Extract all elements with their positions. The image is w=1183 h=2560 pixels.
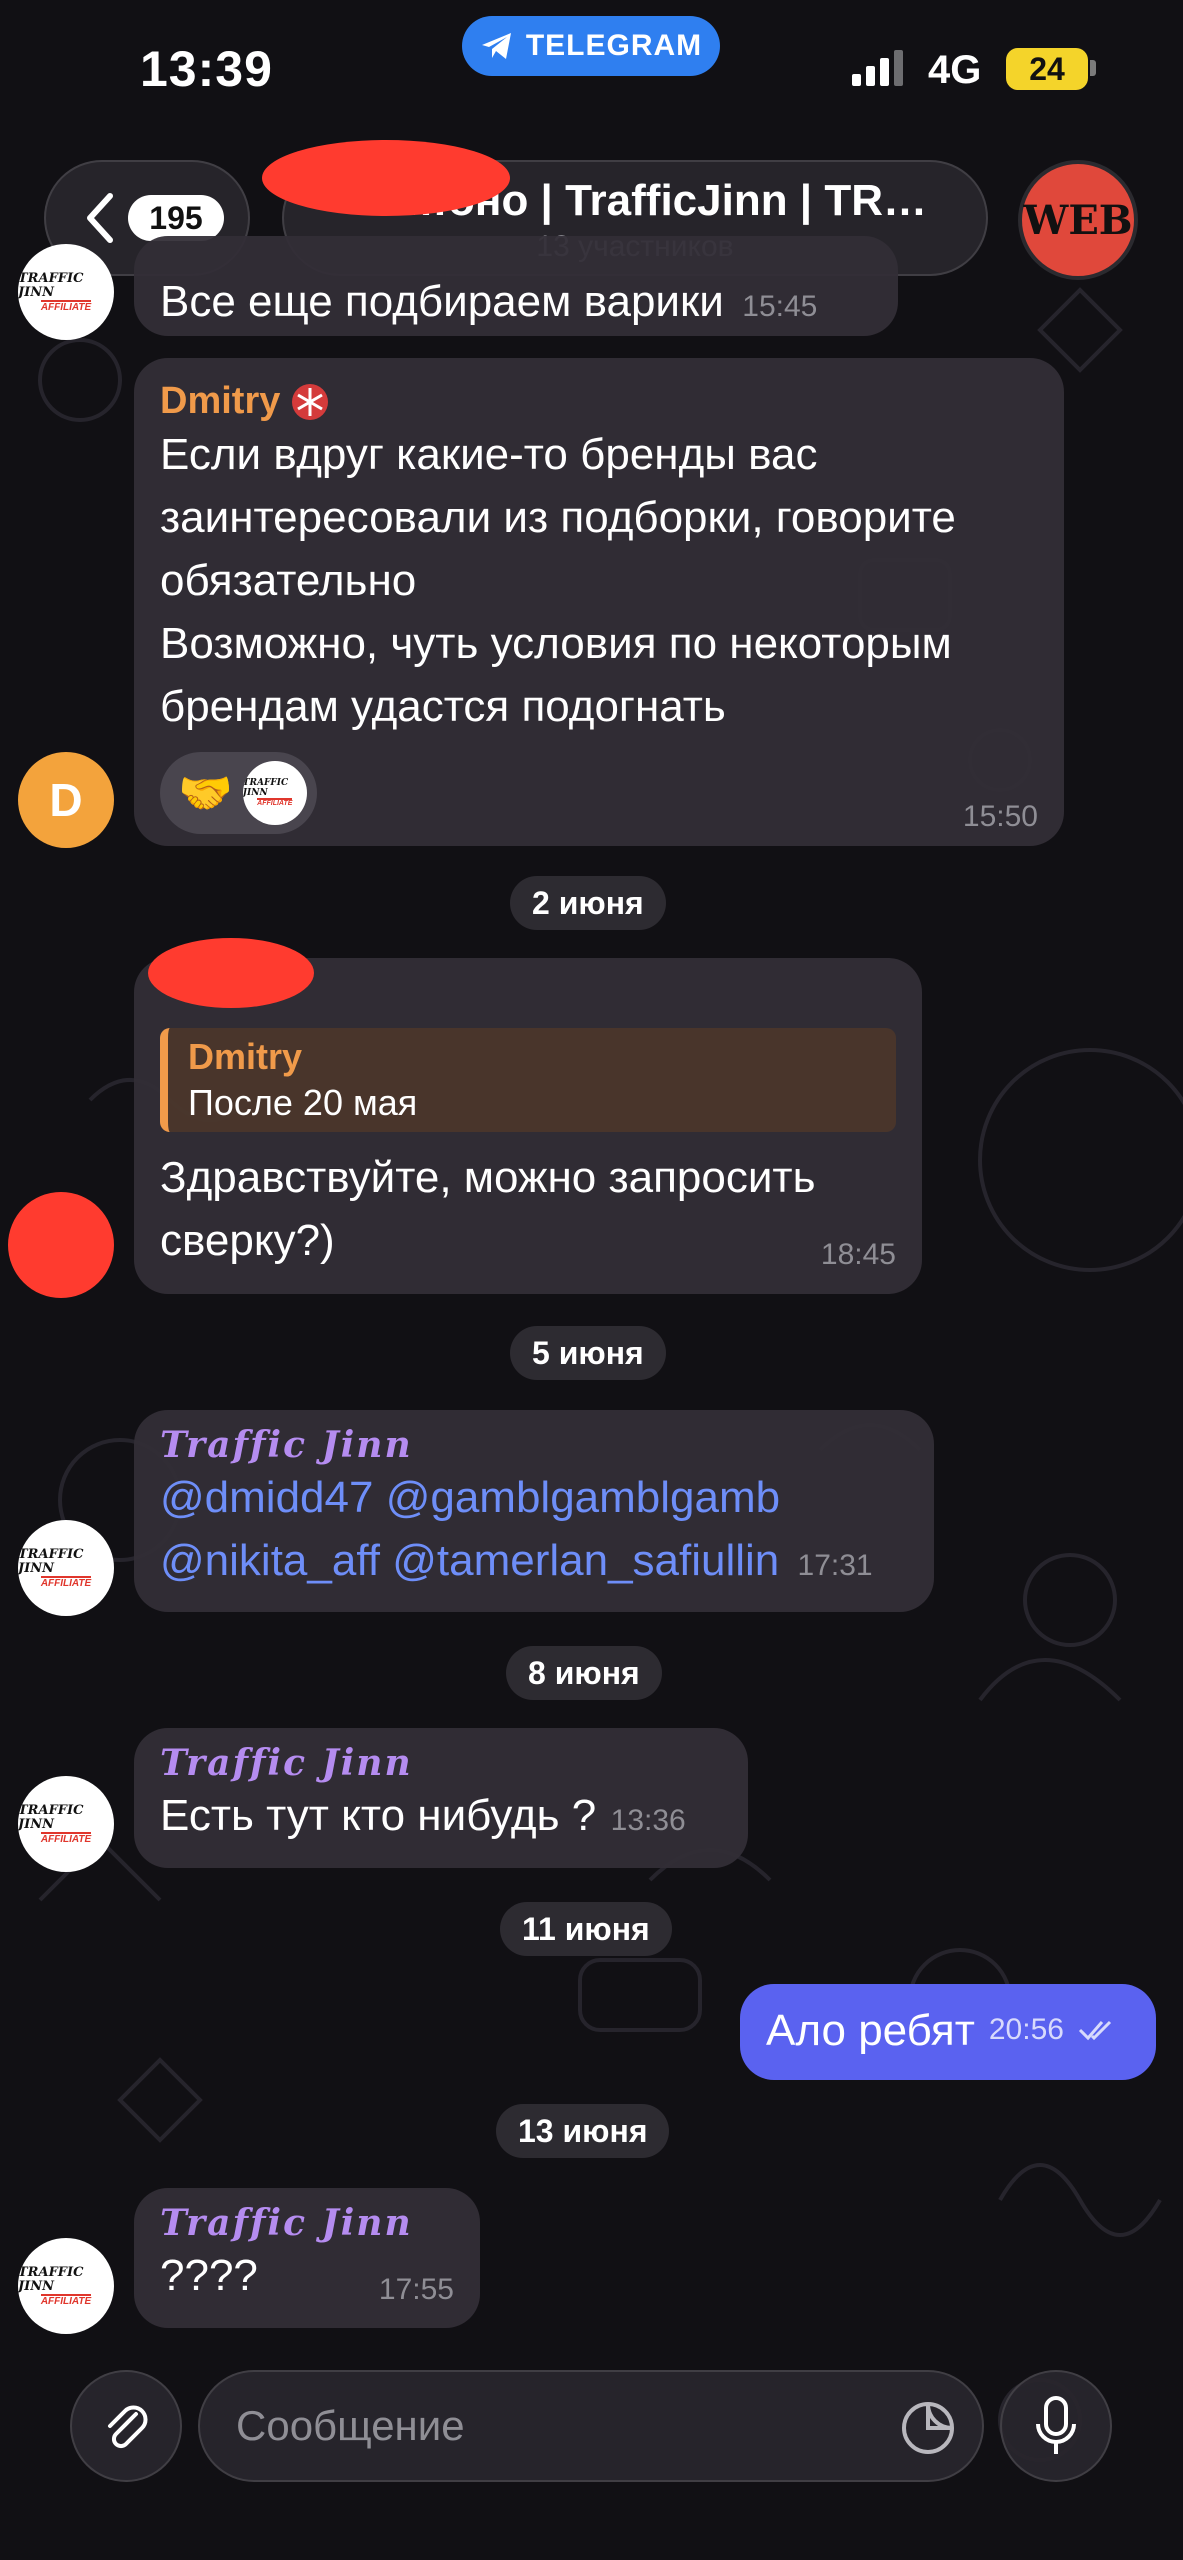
attach-button[interactable]	[70, 2370, 182, 2482]
redaction-mark	[148, 938, 314, 1008]
group-avatar-text: WEB	[1023, 196, 1133, 244]
quote-sender: Dmitry	[188, 1036, 303, 1077]
redaction-mark	[262, 140, 510, 216]
message-text: брендам удастся подогнать	[160, 682, 726, 731]
status-time: 13:39	[140, 41, 273, 97]
message-text: Ало ребят	[766, 2005, 975, 2055]
microphone-button[interactable]	[1000, 2370, 1112, 2482]
message-bubble[interactable]: Dmitry После 20 мая Здравствуйте, можно …	[134, 958, 922, 1294]
avatar-logo-subtext: AFFILIATE	[40, 1575, 92, 1589]
message-bubble[interactable]: Все еще подбираем варики 15:45	[134, 236, 898, 336]
avatar-logo-text: TRAFFIC JINN	[18, 270, 84, 300]
message-bubble[interactable]: Traffic Jinn Есть тут кто нибудь ? 13:36	[134, 1728, 748, 1868]
sender-name: Traffic Jinn	[160, 1424, 413, 1466]
avatar-letter: D	[49, 774, 83, 826]
message-time: 20:56	[988, 2013, 1064, 2046]
date-separator: 11 июня	[500, 1902, 672, 1956]
telegram-plane-icon	[481, 33, 511, 59]
avatar-logo-text: TRAFFIC JINN	[18, 2264, 84, 2294]
avatar-logo-subtext: AFFILIATE	[40, 1831, 92, 1845]
message-time: 18:45	[820, 1238, 896, 1271]
avatar[interactable]: D	[18, 752, 114, 848]
microphone-icon	[1036, 2396, 1076, 2454]
reply-quote[interactable]: Dmitry После 20 мая	[160, 1028, 896, 1132]
outgoing-message-bubble[interactable]: Ало ребят 20:56	[740, 1984, 1156, 2080]
mention-link[interactable]: @nikita_aff	[160, 1536, 380, 1585]
telegram-return-pill[interactable]: TELEGRAM	[462, 16, 720, 76]
sticker-icon[interactable]	[898, 2398, 958, 2458]
avatar[interactable]: TRAFFIC JINN AFFILIATE	[18, 1776, 114, 1872]
snowflake-icon	[292, 383, 329, 420]
sender-name: Dmitry	[160, 380, 281, 422]
message-input-bar[interactable]	[198, 2370, 984, 2482]
message-bubble[interactable]: Dmitry Если вдруг какие-то бренды вас за…	[134, 358, 1064, 846]
message-text: сверку?)	[160, 1216, 335, 1265]
avatar-logo-subtext: AFFILIATE	[257, 798, 293, 807]
message-text: Здравствуйте, можно запросить	[160, 1153, 816, 1202]
avatar-logo-subtext: AFFILIATE	[40, 2293, 92, 2307]
message-text: ????	[160, 2251, 258, 2300]
avatar[interactable]: TRAFFIC JINN AFFILIATE	[18, 244, 114, 340]
message-time: 13:36	[610, 1804, 686, 1837]
avatar-logo-text: TRAFFIC JINN	[18, 1802, 84, 1832]
date-separator: 2 июня	[510, 876, 666, 930]
message-time: 15:45	[742, 290, 818, 323]
message-text: Все еще подбираем варики	[160, 277, 724, 326]
message-text: Есть тут кто нибудь ?	[160, 1791, 597, 1840]
message-text: заинтересовали из подборки, говорите	[160, 493, 956, 542]
message-bubble[interactable]: Traffic Jinn ???? 17:55	[134, 2188, 480, 2328]
message-time: 15:50	[962, 800, 1038, 833]
avatar[interactable]: TRAFFIC JINN AFFILIATE	[18, 1520, 114, 1616]
group-avatar[interactable]: WEB	[1018, 160, 1138, 280]
sender-name: Traffic Jinn	[160, 1742, 413, 1784]
date-separator: 8 июня	[506, 1646, 662, 1700]
avatar-logo-subtext: AFFILIATE	[40, 299, 92, 313]
redaction-mark	[8, 1192, 114, 1298]
reactor-avatar: TRAFFIC JINN AFFILIATE	[242, 761, 307, 825]
message-text: Если вдруг какие-то бренды вас	[160, 430, 818, 479]
message-input[interactable]	[236, 2402, 836, 2450]
message-text: Возможно, чуть условия по некоторым	[160, 619, 952, 668]
paperclip-icon	[108, 2405, 148, 2449]
chevron-left-icon	[87, 193, 113, 243]
message-time: 17:55	[378, 2273, 454, 2306]
date-separator: 13 июня	[496, 2104, 670, 2158]
message-text: обязательно	[160, 556, 417, 605]
date-separator: 5 июня	[510, 1326, 666, 1380]
sender-name: Traffic Jinn	[160, 2202, 413, 2244]
quote-text: После 20 мая	[188, 1082, 418, 1123]
mention-link[interactable]: @tamerlan_safiullin	[392, 1536, 779, 1585]
network-type: 4G	[928, 48, 982, 92]
message-time: 17:31	[797, 1549, 873, 1582]
message-bubble[interactable]: Traffic Jinn @dmidd47 @gamblgamblgamb @n…	[134, 1410, 934, 1612]
battery-tip	[1090, 60, 1096, 76]
avatar-logo-text: TRAFFIC JINN	[242, 778, 289, 798]
mention-link[interactable]: @gamblgamblgamb	[386, 1473, 780, 1522]
avatar[interactable]: TRAFFIC JINN AFFILIATE	[18, 2238, 114, 2334]
telegram-pill-label: TELEGRAM	[525, 29, 703, 62]
double-check-icon	[1078, 2020, 1112, 2041]
signal-icon	[852, 50, 904, 86]
avatar-logo-text: TRAFFIC JINN	[18, 1546, 84, 1576]
reaction-pill[interactable]: 🤝 TRAFFIC JINN AFFILIATE	[160, 752, 317, 834]
battery-indicator: 24	[1006, 48, 1088, 90]
handshake-icon: 🤝	[178, 769, 233, 818]
unread-count-badge: 195	[128, 195, 224, 241]
mention-link[interactable]: @dmidd47	[160, 1473, 373, 1522]
